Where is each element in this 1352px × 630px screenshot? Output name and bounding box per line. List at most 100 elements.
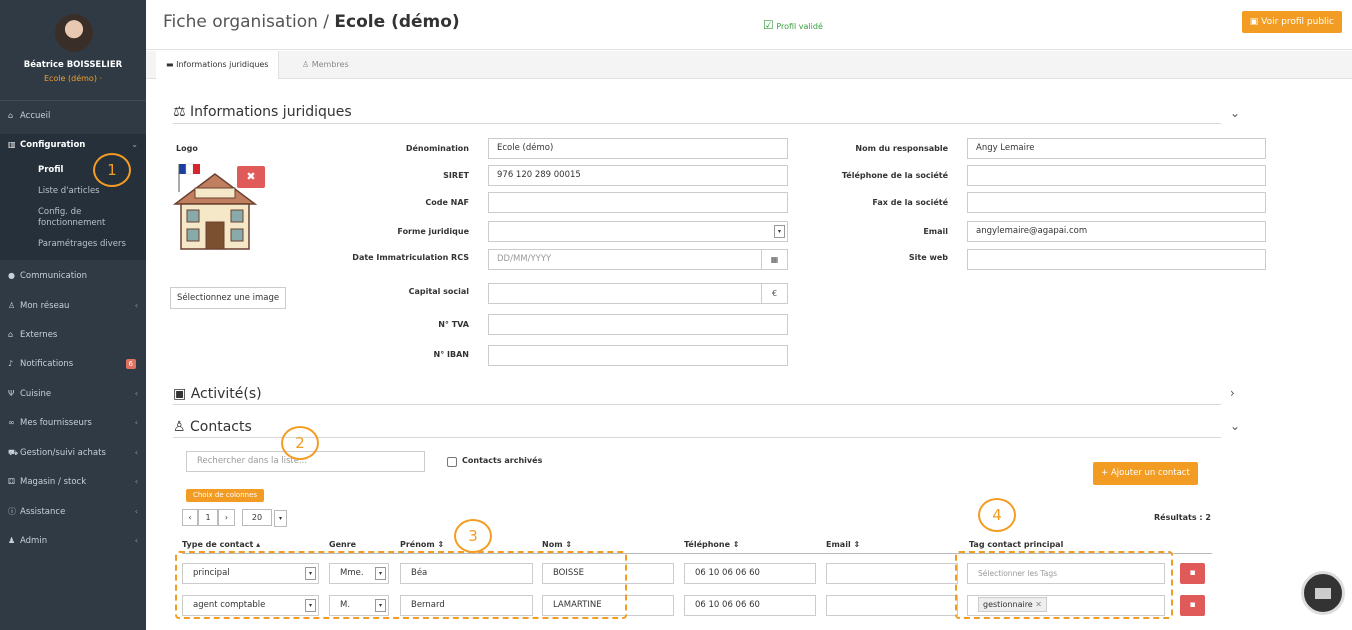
nav-gestion[interactable]: ⛟ Gestion/suivi achats ‹ [0,442,146,464]
label-telephone: Téléphone de la société [841,171,948,180]
chevron-down-icon[interactable]: ⌄ [1230,419,1240,433]
nav-configuration[interactable]: ▥ Configuration ⌄ [0,134,146,156]
calendar-icon[interactable]: ▦ [761,250,787,269]
home-icon: ⌂ [8,111,14,120]
cutlery-icon: Ψ [8,389,15,398]
user-cog-icon: ♟ [8,536,16,545]
euro-addon: € [761,284,787,303]
nav-assistance[interactable]: ⓘ Assistance ‹ [0,501,146,523]
per-page-select[interactable]: 20 [242,509,272,526]
nav-externes[interactable]: ⌂ Externes [0,324,146,346]
nav-sub-parametrages[interactable]: Paramétrages divers [38,239,138,250]
callout-2: 2 [281,426,319,460]
telephone-field[interactable]: 06 10 06 06 60 [684,563,816,584]
nav-label: Notifications [20,359,74,369]
tab-bar: ▬ Informations juridiques ♙ Membres [146,51,1352,79]
info-icon: ⓘ [8,507,16,516]
home-icon: ⌂ [8,330,14,339]
nav-label: Mon réseau [20,301,70,311]
forme-juridique-select[interactable]: ▾ [488,221,788,242]
siret-field[interactable]: 976 120 289 00015 [488,165,788,186]
nav-sub-config-fonctionnement[interactable]: Config. de fonctionnement [38,207,138,229]
chevron-left-icon: ‹ [134,536,138,545]
avatar[interactable] [55,14,93,52]
responsable-field[interactable]: Angy Lemaire [967,138,1266,159]
section-informations-juridiques[interactable]: ⚖ Informations juridiques [173,104,352,120]
nav-label: Accueil [20,111,51,121]
nav-notifications[interactable]: ♪ Notifications 6 [0,353,146,375]
delete-logo-button[interactable]: ✖ [237,166,265,188]
col-tag[interactable]: Tag contact principal [969,540,1063,549]
bell-icon: ♪ [8,359,14,368]
callout-3: 3 [454,519,492,553]
site-web-field[interactable] [967,249,1266,270]
nav-fournisseurs[interactable]: ∞ Mes fournisseurs ‹ [0,412,146,434]
id-card-icon: ▣ [1249,17,1259,27]
delete-contact-button[interactable]: ▪ [1180,595,1205,616]
verified-label: Profil validé [776,22,823,31]
archived-contacts-label: Contacts archivés [462,456,543,465]
sidebar: Béatrice BOISSELIER Ecole (démo) · ⌂ Accu… [0,0,146,630]
nav-label: Admin [20,536,48,546]
nav-communication[interactable]: ● Communication [0,265,146,287]
telephone-field[interactable]: 06 10 06 06 60 [684,595,816,616]
denomination-field[interactable]: Ecole (démo) [488,138,788,159]
tva-field[interactable] [488,314,788,335]
archived-contacts-checkbox[interactable] [447,457,457,467]
public-profile-button[interactable]: ▣ Voir profil public [1241,11,1342,33]
date-placeholder: DD/MM/YYYY [497,254,552,264]
col-telephone[interactable]: Téléphone ⇕ [684,540,740,549]
nav-reseau[interactable]: ♙ Mon réseau ‹ [0,295,146,317]
nav-cuisine[interactable]: Ψ Cuisine ‹ [0,383,146,405]
nav-label: Mes fournisseurs [20,418,92,428]
user-org-dropdown[interactable]: Ecole (démo) · [0,74,146,83]
select-image-button[interactable]: Sélectionnez une image [170,287,287,309]
nav-label: Cuisine [20,389,52,399]
trash-icon: ▪ [1189,600,1196,610]
delete-contact-button[interactable]: ▪ [1180,563,1205,584]
handshake-icon: ∞ [8,418,15,427]
email-field[interactable] [826,595,958,616]
nav-admin[interactable]: ♟ Admin ‹ [0,530,146,552]
chevron-right-icon[interactable]: › [1230,386,1235,400]
divider [173,123,1221,124]
iban-field[interactable] [488,345,788,366]
chevron-down-icon[interactable]: ⌄ [1230,106,1240,120]
nav-magasin[interactable]: ⚃ Magasin / stock ‹ [0,471,146,493]
chevron-left-icon: ‹ [134,507,138,516]
label-date-rcs: Date Immatriculation RCS [352,253,469,262]
email-field[interactable]: angylemaire@agapai.com [967,221,1266,242]
next-page-button[interactable]: › [218,509,235,526]
col-type[interactable]: Type de contact ▴ [182,540,260,549]
col-email[interactable]: Email ⇕ [826,540,860,549]
fax-field[interactable] [967,192,1266,213]
chevron-down-icon[interactable]: ▾ [274,510,287,527]
section-contacts[interactable]: ♙ Contacts [173,419,252,435]
label-capital: Capital social [408,287,469,296]
highlight-box-name-fields [175,551,627,619]
telephone-field[interactable] [967,165,1266,186]
nav-sub-articles[interactable]: Liste d'articles [38,186,138,197]
callout-4: 4 [978,498,1016,532]
page-number[interactable]: 1 [198,509,218,526]
tab-informations-juridiques[interactable]: ▬ Informations juridiques [156,51,280,79]
section-title: Activité(s) [190,386,262,402]
email-field[interactable] [826,563,958,584]
logo-label: Logo [176,144,198,153]
trash-icon: ▪ [1189,568,1196,578]
col-prenom[interactable]: Prénom ⇕ [400,540,444,549]
col-genre[interactable]: Genre [329,540,356,549]
prev-page-button[interactable]: ‹ [182,509,198,526]
user-name: Béatrice BOISSELIER [23,60,123,70]
date-rcs-field[interactable]: DD/MM/YYYY ▦ [488,249,788,270]
capital-field[interactable]: € [488,283,788,304]
columns-button[interactable]: Choix de colonnes [186,489,264,502]
messenger-icon[interactable] [1301,571,1345,615]
add-contact-button[interactable]: + Ajouter un contact [1093,462,1198,485]
nav-accueil[interactable]: ⌂ Accueil [0,105,146,127]
tab-membres[interactable]: ♙ Membres [292,51,359,79]
nav-label: Configuration [20,140,86,150]
naf-field[interactable] [488,192,788,213]
col-nom[interactable]: Nom ⇕ [542,540,572,549]
section-activite[interactable]: ▣ Activité(s) [173,386,262,402]
